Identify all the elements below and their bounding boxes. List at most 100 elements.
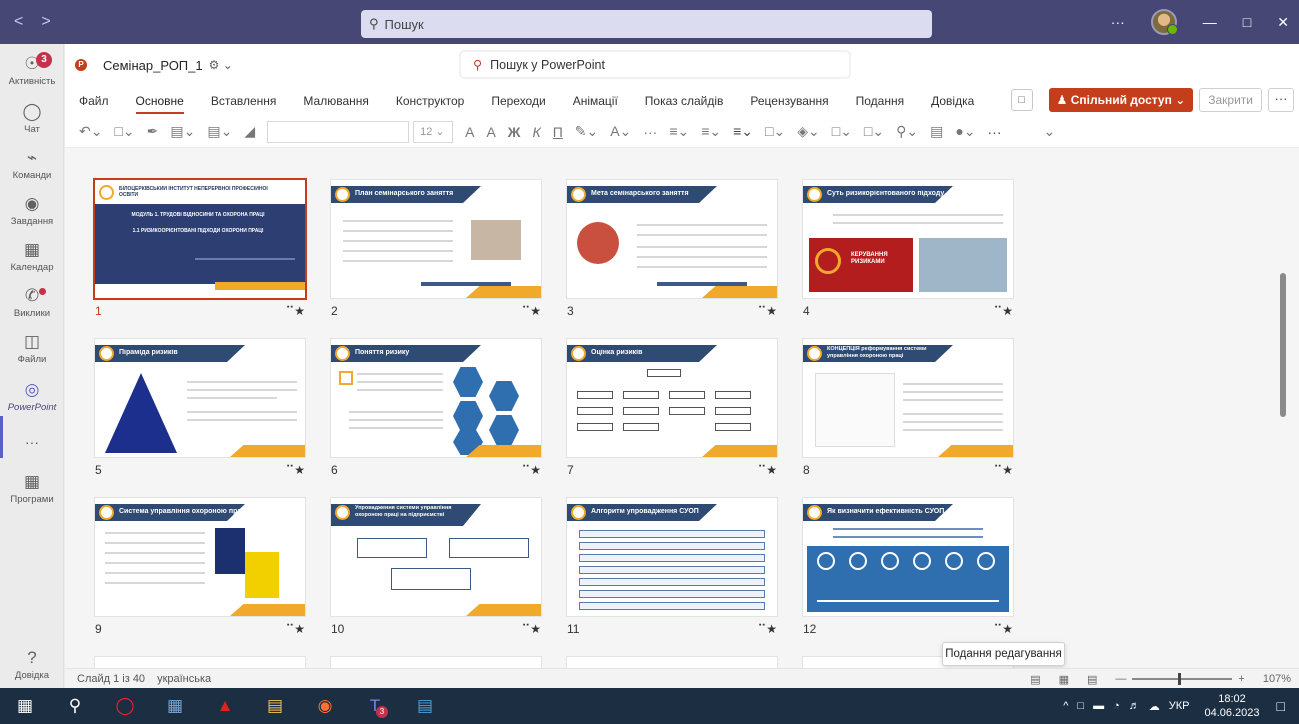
- font-name-select[interactable]: [267, 120, 410, 143]
- slide-thumbnail-13[interactable]: [95, 657, 305, 668]
- file-explorer-icon[interactable]: ▤: [250, 688, 300, 724]
- section-icon[interactable]: ◢: [244, 123, 255, 140]
- powerpoint-search-input[interactable]: ⚲ Пошук у PowerPoint: [460, 51, 850, 78]
- sidebar-item-powerpoint[interactable]: ◎ PowerPoint: [0, 380, 64, 413]
- find-icon[interactable]: ⚲⌄: [896, 123, 918, 140]
- tab-draw[interactable]: Малювання: [303, 94, 368, 108]
- font-color-icon[interactable]: A⌄: [610, 123, 631, 140]
- effects-icon[interactable]: □⌄: [864, 123, 884, 140]
- wifi-icon[interactable]: ◔: [1113, 700, 1120, 712]
- more-options-icon[interactable]: ···: [1268, 88, 1294, 112]
- language-status[interactable]: українська: [157, 673, 211, 685]
- numbering-icon[interactable]: ≡⌄: [701, 123, 721, 140]
- sidebar-item-activity[interactable]: ☉ 3 Активність: [0, 52, 64, 87]
- format-painter-icon[interactable]: ✒: [147, 123, 159, 140]
- search-icon[interactable]: ⚲: [50, 688, 100, 724]
- comment-icon[interactable]: □: [1010, 89, 1033, 111]
- sync-status-icon[interactable]: ⚙ ⌄: [209, 58, 233, 72]
- tab-file[interactable]: Файл: [79, 94, 109, 108]
- layout-icon[interactable]: ▤⌄: [207, 123, 232, 140]
- avatar[interactable]: [1150, 9, 1178, 35]
- document-name[interactable]: Семінар_РОП_1: [103, 58, 203, 73]
- tab-insert[interactable]: Вставлення: [211, 94, 277, 108]
- nav-arrows: < >: [14, 13, 51, 31]
- tab-help[interactable]: Довідка: [931, 94, 974, 108]
- font-size-select[interactable]: 12 ⌄: [413, 120, 454, 143]
- chevron-up-icon[interactable]: ^: [1063, 700, 1068, 712]
- warning-icon: [815, 248, 841, 274]
- calculator-icon[interactable]: ▦: [150, 688, 200, 724]
- app-icon[interactable]: ▤: [400, 688, 450, 724]
- reading-view-icon[interactable]: ▤: [1087, 673, 1097, 686]
- back-icon[interactable]: <: [14, 13, 23, 31]
- battery-icon[interactable]: ▬: [1093, 700, 1104, 712]
- tab-view[interactable]: Подання: [856, 94, 904, 108]
- undo-icon[interactable]: ↶⌄: [79, 123, 102, 140]
- slide-sorter-icon[interactable]: ▦: [1059, 673, 1069, 686]
- tab-animations[interactable]: Анімації: [573, 94, 618, 108]
- sidebar-item-tasks[interactable]: ◉ Завдання: [0, 194, 64, 227]
- highlight-icon[interactable]: ✎⌄: [575, 123, 598, 140]
- sidebar-item-chat[interactable]: ◯ Чат: [0, 102, 64, 135]
- slide-sorter-grid: БІЛОЦЕРКІВСЬКИЙ ІНСТИТУТ НЕПЕРЕРВНОЇ ПРО…: [65, 148, 1299, 668]
- share-button[interactable]: ♟ Спільний доступ ⌄: [1048, 88, 1194, 112]
- fill-icon[interactable]: ◈⌄: [797, 123, 820, 140]
- designer-icon[interactable]: ▤: [930, 123, 943, 140]
- sidebar-item-teams[interactable]: ⌁ Команди: [0, 148, 64, 181]
- tab-transitions[interactable]: Переходи: [491, 94, 545, 108]
- language-indicator[interactable]: УКР: [1169, 700, 1190, 712]
- sidebar-item-help[interactable]: ? Довідка: [0, 648, 64, 681]
- sidebar-item-calls[interactable]: ✆ Виклики: [0, 286, 64, 319]
- zoom-out-icon[interactable]: —: [1115, 673, 1126, 685]
- onedrive-icon[interactable]: ☁: [1149, 700, 1160, 713]
- sidebar-item-apps[interactable]: ▦ Програми: [0, 472, 64, 505]
- clock[interactable]: 18:02 04.06.2023: [1204, 692, 1259, 720]
- sidebar-item-calendar[interactable]: ▦ Календар: [0, 240, 64, 273]
- decrease-font-icon[interactable]: A: [486, 124, 495, 140]
- meet-icon[interactable]: □: [1077, 700, 1084, 712]
- zoom-slider[interactable]: — +: [1115, 673, 1245, 685]
- increase-font-icon[interactable]: A: [465, 124, 474, 140]
- teams-search-input[interactable]: ⚲ Пошук: [361, 10, 932, 38]
- more-apps-icon[interactable]: ···: [0, 434, 64, 450]
- italic-icon[interactable]: К: [532, 124, 540, 140]
- align-icon[interactable]: ≡⌄: [733, 123, 753, 140]
- more-font-icon[interactable]: ···: [643, 124, 657, 140]
- bold-icon[interactable]: Ж: [508, 124, 521, 140]
- more-options-icon[interactable]: ···: [1111, 14, 1125, 30]
- tab-design[interactable]: Конструктор: [396, 94, 464, 108]
- slide-thumbnail-14[interactable]: [331, 657, 541, 668]
- vertical-scrollbar[interactable]: [1280, 273, 1286, 417]
- dictate-icon[interactable]: ●⌄: [955, 123, 975, 140]
- outline-icon[interactable]: □⌄: [832, 123, 852, 140]
- teams-taskbar-icon[interactable]: T3: [350, 688, 400, 724]
- zoom-level[interactable]: 107%: [1263, 673, 1291, 685]
- opera-icon[interactable]: ◯: [100, 688, 150, 724]
- notifications-icon[interactable]: □: [1277, 698, 1285, 714]
- minimize-icon[interactable]: —: [1203, 14, 1217, 30]
- bullets-icon[interactable]: ≡⌄: [669, 123, 689, 140]
- forward-icon[interactable]: >: [41, 13, 50, 31]
- shapes-icon[interactable]: □⌄: [765, 123, 785, 140]
- new-slide-icon[interactable]: ▤⌄: [170, 123, 195, 140]
- underline-icon[interactable]: П: [553, 124, 563, 140]
- normal-view-icon[interactable]: ▤: [1030, 673, 1040, 686]
- tab-review[interactable]: Рецензування: [750, 94, 828, 108]
- window-controls: ··· — □ ✕: [1111, 0, 1289, 44]
- windows-start-icon[interactable]: ▦: [0, 688, 50, 724]
- more-ribbon-icon[interactable]: ···: [988, 124, 1002, 140]
- paste-icon[interactable]: □⌄: [114, 123, 134, 140]
- slide-thumbnail-15[interactable]: [567, 657, 777, 668]
- close-icon[interactable]: ✕: [1277, 14, 1289, 31]
- tab-home[interactable]: Основне: [135, 94, 185, 114]
- acrobat-icon[interactable]: ▲: [200, 688, 250, 724]
- volume-icon[interactable]: ♬: [1129, 700, 1140, 712]
- zoom-in-icon[interactable]: +: [1238, 673, 1244, 685]
- sidebar-item-files[interactable]: ◫ Файли: [0, 332, 64, 365]
- chevron-down-icon[interactable]: ⌄: [1044, 123, 1056, 140]
- maximize-icon[interactable]: □: [1243, 14, 1251, 30]
- tab-slideshow[interactable]: Показ слайдів: [645, 94, 724, 108]
- close-button[interactable]: Закрити: [1199, 88, 1262, 112]
- text-box: [357, 538, 427, 558]
- firefox-icon[interactable]: ◉: [300, 688, 350, 724]
